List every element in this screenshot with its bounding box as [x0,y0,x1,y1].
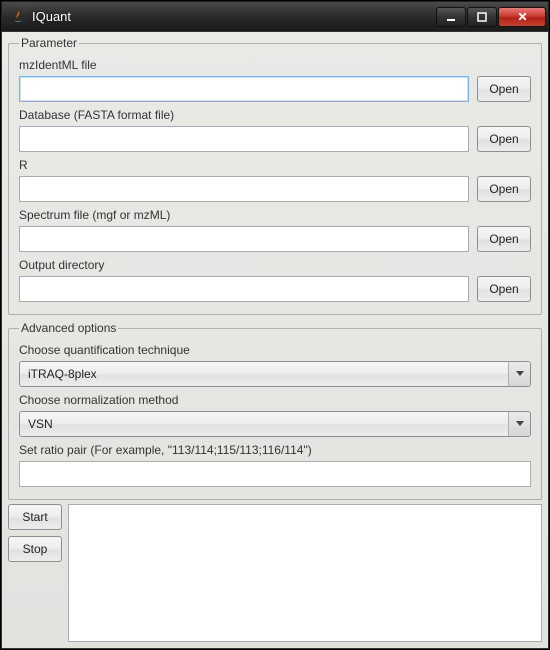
chevron-down-icon [508,362,530,386]
database-open-button[interactable]: Open [477,126,531,152]
database-input[interactable] [19,126,469,152]
bottom-buttons: Start Stop [8,504,62,642]
advanced-legend: Advanced options [19,321,118,335]
start-button[interactable]: Start [8,504,62,530]
norm-combo[interactable]: VSN [19,411,531,437]
r-label: R [19,158,531,172]
client-area: Parameter mzIdentML file Open Database (… [1,31,549,649]
chevron-down-icon [508,412,530,436]
ratio-label: Set ratio pair (For example, "113/114;11… [19,443,531,457]
spectrum-open-button[interactable]: Open [477,226,531,252]
close-button[interactable] [498,7,546,27]
database-label: Database (FASTA format file) [19,108,531,122]
minimize-button[interactable] [436,7,466,27]
mzidentml-label: mzIdentML file [19,58,531,72]
spectrum-input[interactable] [19,226,469,252]
java-icon [10,9,26,25]
quant-label: Choose quantification technique [19,343,531,357]
output-open-button[interactable]: Open [477,276,531,302]
spectrum-label: Spectrum file (mgf or mzML) [19,208,531,222]
norm-label: Choose normalization method [19,393,531,407]
stop-button[interactable]: Stop [8,536,62,562]
output-label: Output directory [19,258,531,272]
mzidentml-input[interactable] [19,76,469,102]
output-log[interactable] [68,504,542,642]
window-title: IQuant [32,9,436,24]
r-open-button[interactable]: Open [477,176,531,202]
app-window: IQuant Parameter mzIdentML file Open Dat… [0,0,550,650]
r-input[interactable] [19,176,469,202]
mzidentml-open-button[interactable]: Open [477,76,531,102]
titlebar: IQuant [1,1,549,31]
quant-combo-value: iTRAQ-8plex [20,367,508,381]
parameter-group: Parameter mzIdentML file Open Database (… [8,36,542,315]
bottom-row: Start Stop [8,504,542,642]
norm-combo-value: VSN [20,417,508,431]
ratio-input[interactable] [19,461,531,487]
advanced-group: Advanced options Choose quantification t… [8,321,542,500]
window-controls [436,7,546,27]
quant-combo[interactable]: iTRAQ-8plex [19,361,531,387]
output-input[interactable] [19,276,469,302]
maximize-button[interactable] [467,7,497,27]
parameter-legend: Parameter [19,36,79,50]
